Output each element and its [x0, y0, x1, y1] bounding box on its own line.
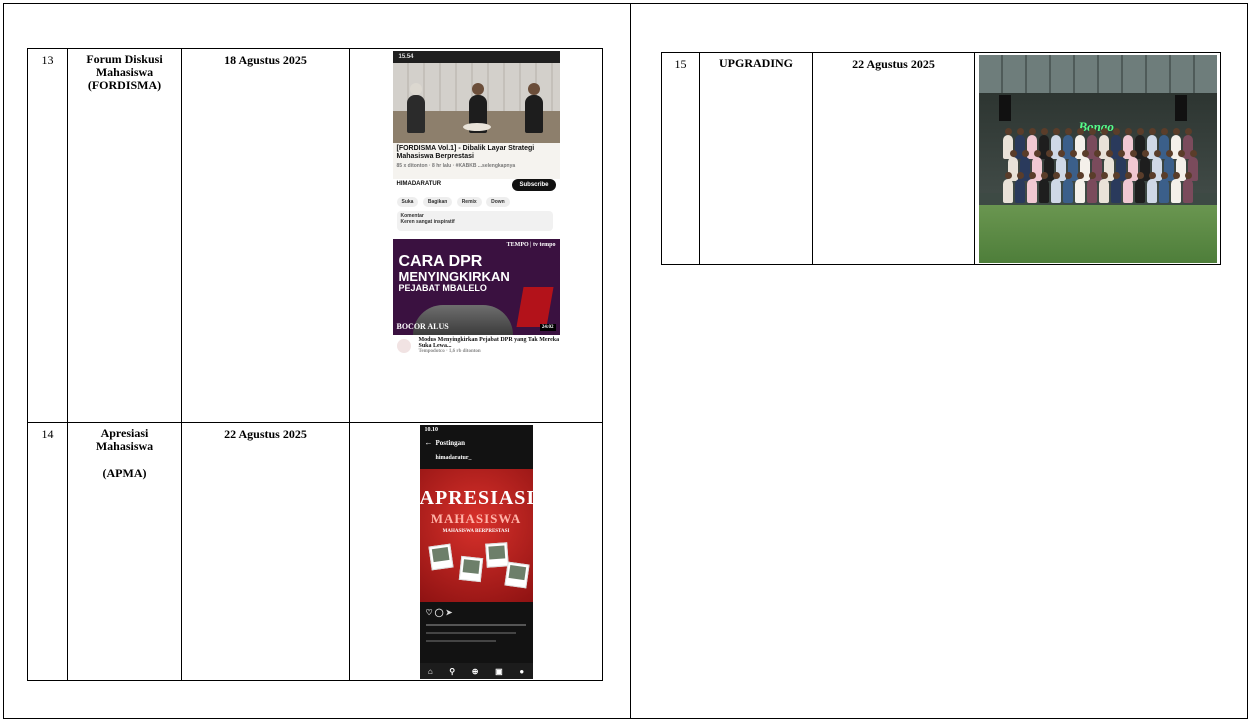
- bottom-navigation: ⌂ ⚲ ⊕ ▣ ●: [419, 663, 533, 679]
- table-row: 15 UPGRADING 22 Agustus 2025 Bongo: [661, 52, 1221, 265]
- video-duration: 24:02: [539, 324, 556, 331]
- video-actions: Suka Bagikan Remix Down: [396, 197, 513, 207]
- news-caption-meta: Tempodotco · 1,6 rb ditonton: [418, 349, 481, 354]
- apresiasi-poster: APRESIASI MAHASISWA MAHASISWA BERPRESTAS…: [419, 469, 533, 602]
- person-figure: [1122, 172, 1133, 203]
- activity-date: 22 Agustus 2025: [812, 52, 975, 265]
- news-headline-2: MENYINGKIRKAN: [398, 269, 510, 284]
- poster-subtitle: MAHASISWA: [430, 511, 522, 526]
- home-icon: ⌂: [427, 666, 433, 676]
- instagram-screenshot: 10.10 ← Postingan himadaratur_ APRESIASI…: [419, 425, 533, 679]
- poster-title: APRESIASI: [419, 487, 533, 509]
- person-figure: [1170, 172, 1181, 203]
- video-meta: 85 x ditonton · 8 hr lalu · #KABKB ...se…: [396, 163, 516, 169]
- row-number: 15: [661, 52, 700, 265]
- person-figure: [1098, 172, 1109, 203]
- person-figure: [1182, 172, 1193, 203]
- person-figure: [1062, 172, 1073, 203]
- activity-name: UPGRADING: [699, 52, 813, 265]
- right-page-panel: 15 UPGRADING 22 Agustus 2025 Bongo: [630, 3, 1248, 719]
- group-of-people: [1002, 128, 1203, 225]
- remix-action: Remix: [456, 197, 482, 207]
- activity-date: 22 Agustus 2025: [181, 422, 350, 681]
- youtube-screenshot: 15.54 [FORDISMA Vol.1] - Dibalik Layar S…: [392, 51, 560, 179]
- activity-name-line: (APMA): [102, 466, 147, 480]
- documentation-cell: Bongo: [974, 52, 1221, 265]
- person-figure: [1146, 172, 1157, 203]
- photo-frame: [503, 561, 530, 589]
- table-row: 14 Apresiasi Mahasiswa (APMA) 22 Agustus…: [27, 422, 603, 681]
- reels-icon: ▣: [495, 666, 503, 676]
- row-number: 14: [27, 422, 68, 681]
- news-badge: BOCOR ALUS: [396, 322, 449, 331]
- person-figure: [1002, 172, 1013, 203]
- right-activity-table: 15 UPGRADING 22 Agustus 2025 Bongo: [661, 52, 1221, 265]
- news-headline-3: PEJABAT MBALELO: [398, 283, 487, 293]
- person-figure: [1086, 172, 1097, 203]
- like-comment-share-icons: ♡ ◯ ➤: [425, 608, 453, 617]
- neon-sign: Bongo: [1078, 119, 1114, 134]
- channel-avatar: [396, 339, 411, 353]
- header-title: Postingan: [435, 439, 466, 447]
- instagram-header: 10.10 ← Postingan himadaratur_: [420, 425, 533, 469]
- documentation-cell: 10.10 ← Postingan himadaratur_ APRESIASI…: [349, 422, 603, 681]
- activity-name: Apresiasi Mahasiswa (APMA): [67, 422, 182, 681]
- photo-frame: [458, 555, 483, 583]
- video-thumbnail: [392, 63, 560, 143]
- news-caption: Modus Menyingkirkan Pejabat DPR yang Tak…: [393, 337, 560, 361]
- comment-text: Keren sangat inspiratif: [400, 219, 455, 225]
- person-figure: [1050, 172, 1061, 203]
- person-figure: [1074, 172, 1085, 203]
- person-figure: [1014, 172, 1025, 203]
- video-title: [FORDISMA Vol.1] - Dibalik Layar Strateg…: [396, 145, 535, 160]
- status-bar: 15.54: [392, 51, 560, 63]
- group-photo: Bongo: [978, 55, 1217, 263]
- channel-name: HIMADARATUR: [396, 181, 442, 187]
- documentation-cell: 15.54 [FORDISMA Vol.1] - Dibalik Layar S…: [349, 48, 603, 423]
- share-action: Bagikan: [422, 197, 453, 207]
- news-thumbnail: TEMPO | tv tempo CARA DPR MENYINGKIRKAN …: [392, 239, 560, 335]
- status-time: 15.54: [398, 54, 414, 60]
- left-activity-table: 13 Forum Diskusi Mahasiswa (FORDISMA) 18…: [27, 48, 603, 681]
- person-figure: [1026, 172, 1037, 203]
- person-figure: [1110, 172, 1121, 203]
- person-figure: [1134, 172, 1145, 203]
- person-figure: [1038, 172, 1049, 203]
- activity-name: Forum Diskusi Mahasiswa (FORDISMA): [67, 48, 182, 423]
- download-action: Down: [486, 197, 510, 207]
- activity-date: 18 Agustus 2025: [181, 48, 350, 423]
- poster-tagline: MAHASISWA BERPRESTASI: [442, 529, 510, 534]
- video-channel-area: HIMADARATUR Subscribe Suka Bagikan Remix…: [392, 179, 560, 233]
- add-icon: ⊕: [471, 666, 479, 676]
- photo-frame: [427, 543, 454, 571]
- back-arrow-icon: ←: [424, 438, 433, 447]
- photo-frame: [484, 542, 509, 568]
- left-page-panel: 13 Forum Diskusi Mahasiswa (FORDISMA) 18…: [3, 3, 631, 719]
- person-figure: [1158, 172, 1169, 203]
- row-number: 13: [27, 48, 68, 423]
- account-name: himadaratur_: [435, 455, 472, 461]
- table-row: 13 Forum Diskusi Mahasiswa (FORDISMA) 18…: [27, 48, 603, 423]
- activity-name-line: (FORDISMA): [87, 78, 162, 92]
- subscribe-button: Subscribe: [512, 179, 556, 191]
- status-time: 10.10: [424, 427, 439, 433]
- profile-icon: ●: [519, 666, 525, 676]
- activity-name-line: Mahasiswa: [95, 439, 154, 453]
- news-brand: TEMPO | tv tempo: [506, 242, 556, 248]
- search-icon: ⚲: [449, 666, 456, 676]
- like-action: Suka: [396, 197, 419, 207]
- news-caption-title: Modus Menyingkirkan Pejabat DPR yang Tak…: [418, 337, 560, 349]
- comment-box: Komentar Keren sangat inspiratif: [396, 211, 553, 231]
